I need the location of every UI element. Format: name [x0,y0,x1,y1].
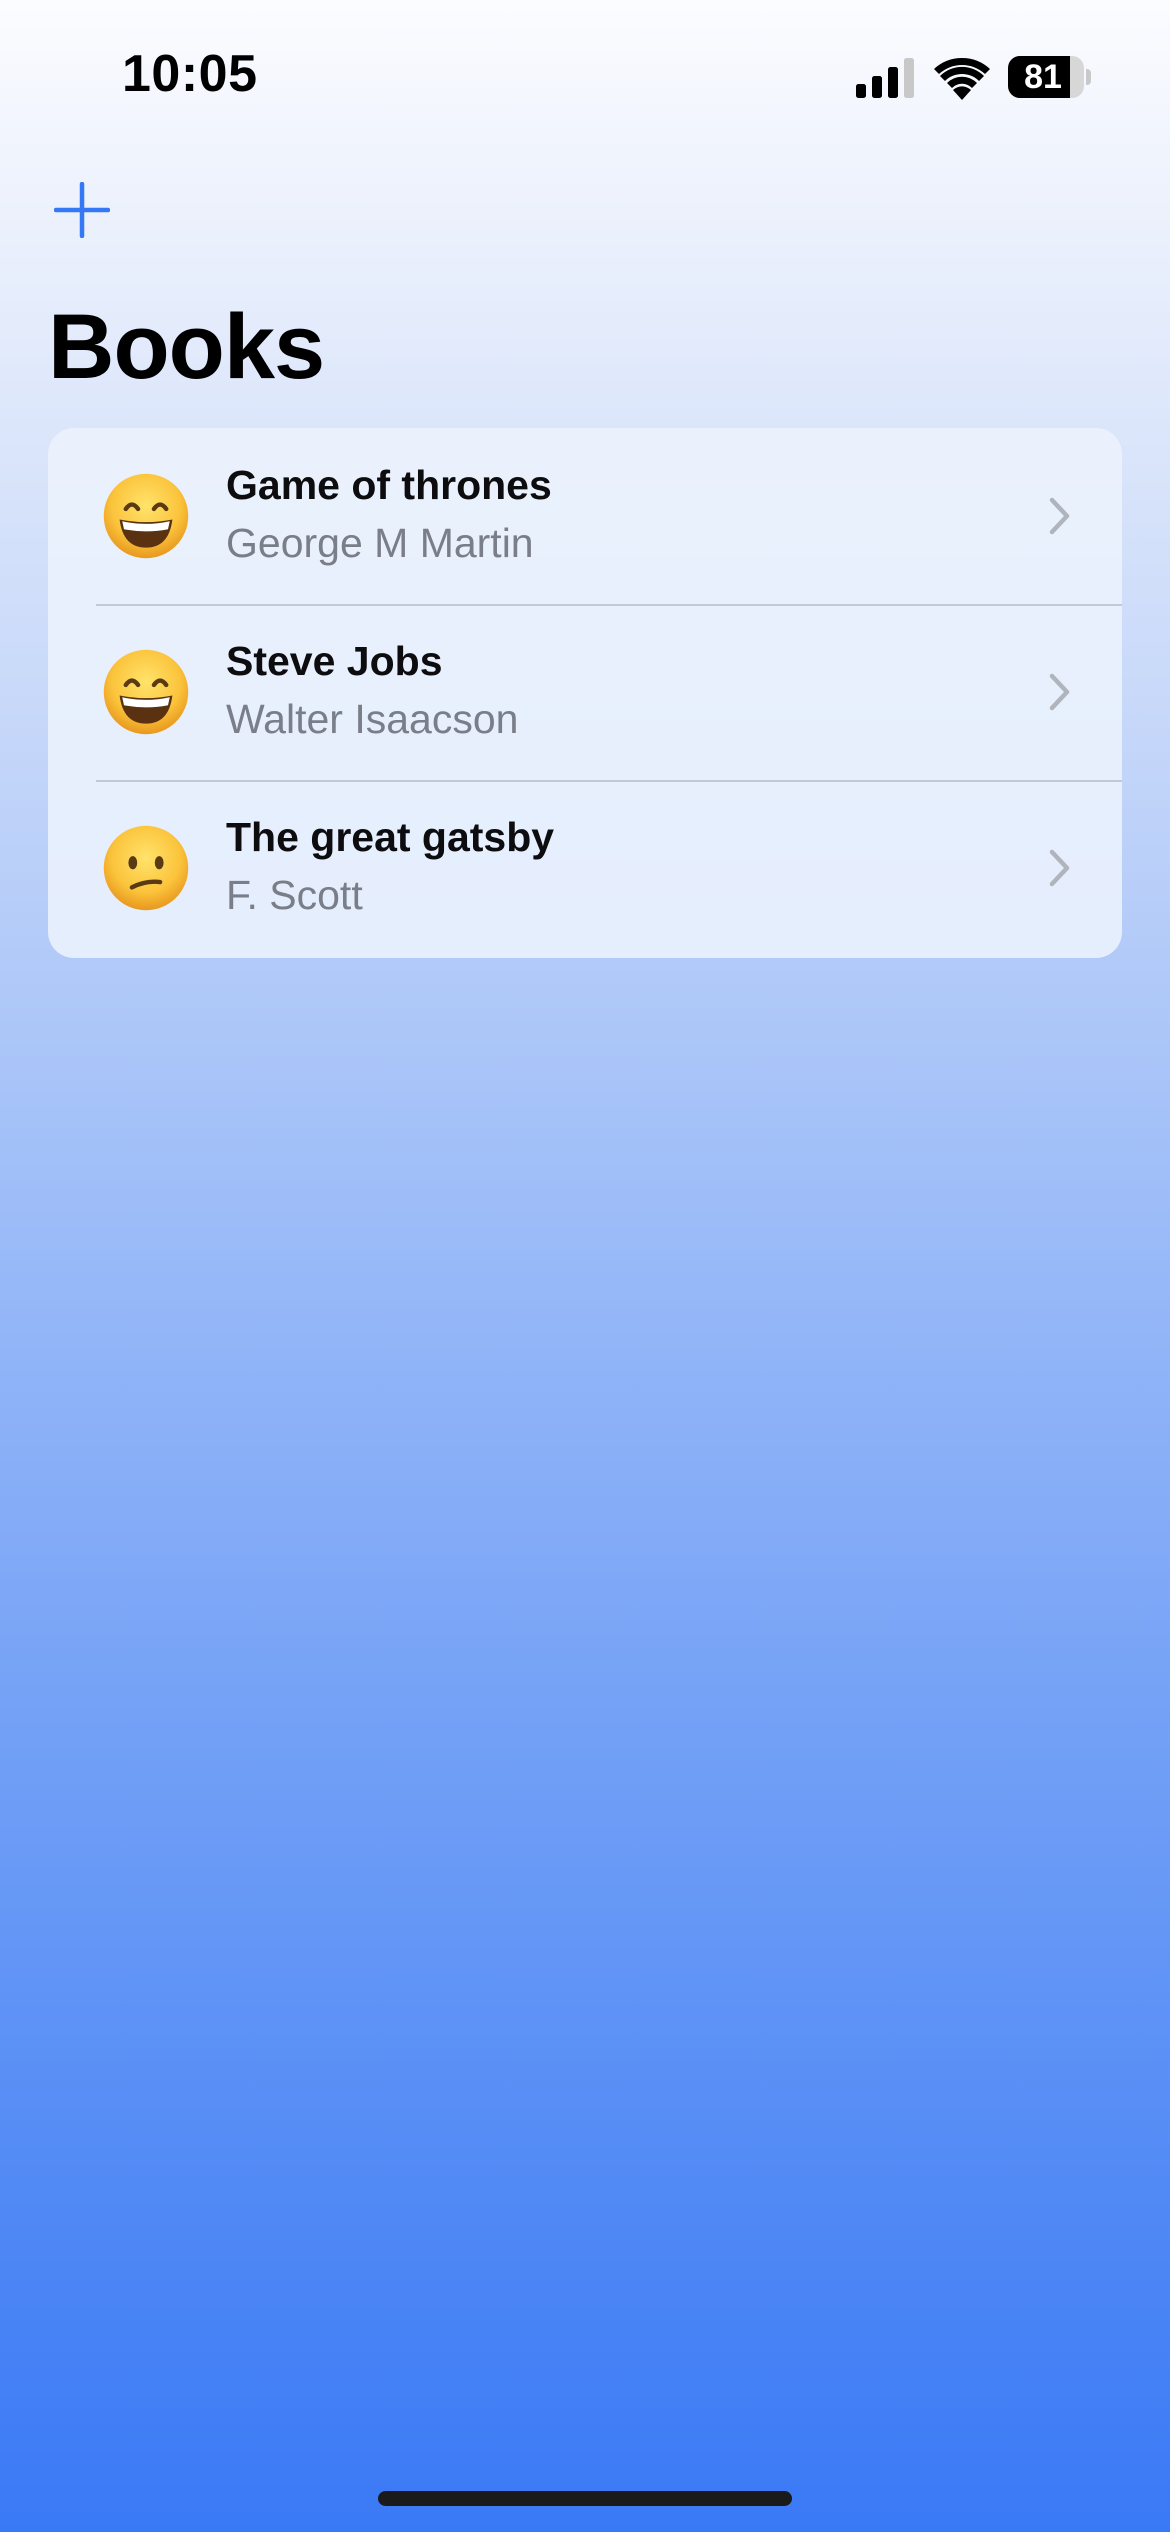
chevron-right-icon [1049,497,1070,535]
status-bar: 10:05 81 [0,0,1170,150]
book-list: Game of thrones George M Martin Steve Jo… [48,428,1122,958]
grinning-face-icon [103,649,189,735]
book-row[interactable]: The great gatsby F. Scott [48,780,1122,956]
home-indicator[interactable] [378,2491,792,2506]
status-time: 10:05 [122,45,258,103]
chevron-right-icon [1049,849,1070,887]
book-author: F. Scott [226,872,363,918]
plus-icon [54,182,110,238]
grinning-face-icon [103,473,189,559]
book-author: George M Martin [226,520,534,566]
cellular-signal-icon [856,58,914,98]
battery-indicator: 81 [1008,56,1091,98]
add-book-button[interactable] [48,176,116,244]
confused-face-icon [103,825,189,911]
battery-body: 81 [1008,56,1084,98]
book-title: The great gatsby [226,814,555,860]
wifi-icon [934,57,990,100]
book-title: Steve Jobs [226,638,443,684]
page-title: Books [48,296,325,398]
book-row[interactable]: Game of thrones George M Martin [48,428,1122,604]
battery-cap [1086,69,1091,85]
chevron-right-icon [1049,673,1070,711]
battery-percent: 81 [1024,58,1062,96]
book-row[interactable]: Steve Jobs Walter Isaacson [48,604,1122,780]
book-author: Walter Isaacson [226,696,519,742]
book-title: Game of thrones [226,462,552,508]
